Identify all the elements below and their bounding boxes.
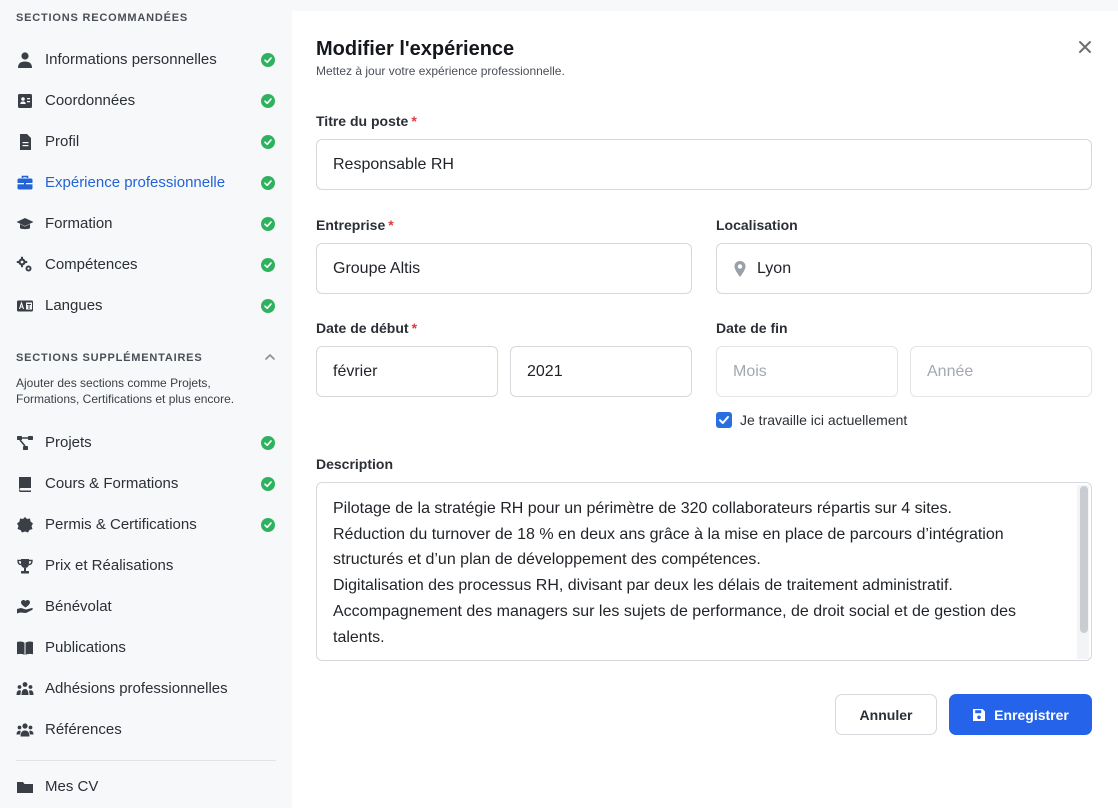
sidebar-item-competences[interactable]: Compétences bbox=[0, 246, 292, 284]
location-input[interactable]: Lyon bbox=[716, 243, 1092, 294]
check-circle-icon bbox=[261, 135, 275, 149]
hand-heart-icon bbox=[17, 600, 33, 614]
sidebar-item-formation[interactable]: Formation bbox=[0, 205, 292, 243]
folder-icon bbox=[17, 782, 33, 793]
sidebar-item-label: Cours & Formations bbox=[45, 475, 179, 492]
sidebar-item-informations-personnelles[interactable]: Informations personnelles bbox=[0, 41, 292, 79]
description-line: talents. bbox=[333, 628, 385, 646]
sidebar-item-label: Profil bbox=[45, 133, 80, 150]
trophy-icon bbox=[17, 559, 33, 574]
job-title-input[interactable]: Responsable RH bbox=[316, 139, 1092, 190]
current-job-checkbox[interactable] bbox=[716, 412, 732, 428]
recommended-sections-title: SECTIONS RECOMMANDÉES bbox=[16, 12, 189, 24]
sidebar-item-experience-professionnelle[interactable]: Expérience professionnelle bbox=[0, 164, 292, 202]
scrollbar-thumb[interactable] bbox=[1080, 486, 1088, 633]
save-button[interactable]: Enregistrer bbox=[949, 694, 1092, 735]
company-label: Entreprise * bbox=[316, 217, 394, 233]
sidebar-item-cours-formations[interactable]: Cours & Formations bbox=[0, 465, 292, 503]
end-year-input[interactable]: Année bbox=[910, 346, 1092, 397]
check-circle-icon bbox=[261, 94, 275, 108]
floppy-disk-icon bbox=[973, 708, 986, 721]
description-line: Digitalisation des processus RH, divisan… bbox=[333, 577, 953, 595]
start-date-label: Date de début * bbox=[316, 320, 418, 336]
graduation-cap-icon bbox=[16, 218, 34, 230]
cancel-button[interactable]: Annuler bbox=[835, 694, 937, 735]
sidebar-divider bbox=[16, 760, 276, 761]
project-diagram-icon bbox=[17, 436, 33, 450]
gears-icon bbox=[16, 256, 32, 272]
sidebar-item-label: Mes CV bbox=[45, 778, 99, 795]
sidebar-item-label: Publications bbox=[45, 639, 126, 656]
end-date-label: Date de fin bbox=[716, 320, 788, 336]
sidebar-item-projets[interactable]: Projets bbox=[0, 424, 292, 462]
address-card-icon bbox=[18, 94, 32, 108]
sidebar-item-label: Coordonnées bbox=[45, 92, 136, 109]
sidebar: SECTIONS RECOMMANDÉES Informations perso… bbox=[0, 0, 292, 808]
check-circle-icon bbox=[261, 217, 275, 231]
close-icon[interactable] bbox=[1076, 38, 1094, 56]
sidebar-item-prix-et-realisations[interactable]: Prix et Réalisations bbox=[0, 547, 292, 585]
open-book-icon bbox=[17, 641, 33, 655]
end-month-input[interactable]: Mois bbox=[716, 346, 898, 397]
check-circle-icon bbox=[261, 477, 275, 491]
certificate-icon bbox=[17, 517, 33, 533]
description-label: Description bbox=[316, 456, 394, 472]
map-pin-icon bbox=[734, 260, 746, 277]
sidebar-item-label: Références bbox=[45, 721, 122, 738]
chevron-up-icon[interactable] bbox=[263, 350, 277, 364]
sidebar-item-adhesions-professionnelles[interactable]: Adhésions professionnelles bbox=[0, 670, 292, 708]
sidebar-item-label: Compétences bbox=[45, 256, 138, 273]
page-title: Modifier l'expérience bbox=[316, 38, 515, 60]
description-line: Réduction du turnover de 18 % en deux an… bbox=[333, 525, 1004, 543]
sidebar-item-label: Formation bbox=[45, 215, 113, 232]
sidebar-item-label: Permis & Certifications bbox=[45, 516, 197, 533]
sidebar-item-label: Prix et Réalisations bbox=[45, 557, 174, 574]
sidebar-item-label: Informations personnelles bbox=[45, 51, 217, 68]
description-textarea[interactable]: Pilotage de la stratégie RH pour un péri… bbox=[316, 482, 1092, 661]
supplementary-sections-title: SECTIONS SUPPLÉMENTAIRES bbox=[16, 352, 203, 364]
language-icon bbox=[17, 300, 33, 312]
description-line: Pilotage de la stratégie RH pour un péri… bbox=[333, 500, 952, 517]
check-circle-icon bbox=[261, 299, 275, 313]
users-icon bbox=[16, 723, 34, 737]
page-subtitle: Mettez à jour votre expérience professio… bbox=[316, 64, 565, 78]
company-input[interactable]: Groupe Altis bbox=[316, 243, 692, 294]
check-circle-icon bbox=[261, 176, 275, 190]
description-line: Accompagnement des managers sur les suje… bbox=[333, 602, 1017, 620]
sidebar-item-permis-certifications[interactable]: Permis & Certifications bbox=[0, 506, 292, 544]
user-icon bbox=[18, 52, 32, 68]
check-circle-icon bbox=[261, 258, 275, 272]
sidebar-item-profil[interactable]: Profil bbox=[0, 123, 292, 161]
sidebar-item-label: Langues bbox=[45, 297, 103, 314]
supplementary-sections-description: Ajouter des sections comme Projets, Form… bbox=[16, 376, 235, 406]
description-line: structurés et d’un plan de développement… bbox=[333, 551, 761, 569]
sidebar-item-references[interactable]: Références bbox=[0, 711, 292, 749]
sidebar-item-label: Adhésions professionnelles bbox=[45, 680, 228, 697]
location-value: Lyon bbox=[757, 259, 792, 277]
sidebar-item-label: Bénévolat bbox=[45, 598, 112, 615]
sidebar-item-label: Projets bbox=[45, 434, 92, 451]
start-year-input[interactable]: 2021 bbox=[510, 346, 692, 397]
job-title-label: Titre du poste * bbox=[316, 113, 417, 129]
briefcase-icon bbox=[17, 175, 33, 190]
document-icon bbox=[20, 134, 31, 150]
sidebar-item-label: Expérience professionnelle bbox=[45, 174, 226, 191]
sidebar-item-langues[interactable]: Langues bbox=[0, 287, 292, 325]
sidebar-item-mes-cv[interactable]: Mes CV bbox=[0, 768, 292, 806]
edit-experience-panel: Modifier l'expérience Mettez à jour votr… bbox=[292, 11, 1118, 808]
sidebar-item-publications[interactable]: Publications bbox=[0, 629, 292, 667]
current-job-checkbox-row[interactable]: Je travaille ici actuellement bbox=[716, 412, 907, 428]
check-circle-icon bbox=[261, 53, 275, 67]
save-button-label: Enregistrer bbox=[994, 706, 1069, 723]
sidebar-item-coordonnees[interactable]: Coordonnées bbox=[0, 82, 292, 120]
check-icon bbox=[719, 416, 729, 424]
check-circle-icon bbox=[261, 436, 275, 450]
start-month-input[interactable]: février bbox=[316, 346, 498, 397]
current-job-label: Je travaille ici actuellement bbox=[740, 412, 908, 428]
sidebar-item-benevolat[interactable]: Bénévolat bbox=[0, 588, 292, 626]
location-label: Localisation bbox=[716, 217, 798, 233]
book-icon bbox=[19, 477, 31, 492]
people-group-icon bbox=[16, 682, 34, 695]
check-circle-icon bbox=[261, 518, 275, 532]
